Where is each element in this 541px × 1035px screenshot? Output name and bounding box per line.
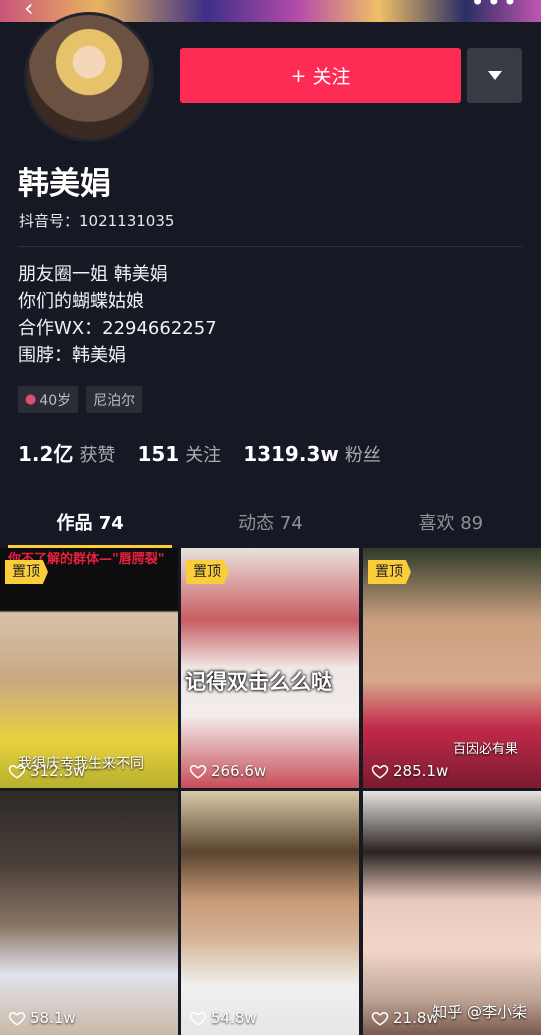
like-count: 54.8w [189, 1009, 257, 1027]
video-cover [363, 791, 541, 1035]
video-thumbnail[interactable]: 你不了解的群体—"唇腭裂" 置顶 我很庆幸我生来不同 312.3w [0, 548, 178, 788]
pinned-badge: 置顶 [5, 560, 48, 584]
like-count: 285.1w [371, 762, 448, 780]
video-cover [0, 548, 178, 788]
video-thumbnail[interactable]: 21.8w [363, 791, 541, 1035]
video-thumbnail[interactable]: 54.8w [181, 791, 359, 1035]
avatar[interactable] [24, 12, 154, 142]
divider [18, 246, 523, 247]
video-cover [0, 791, 178, 1035]
pinned-badge: 置顶 [368, 560, 411, 584]
bio-line: 朋友圈一姐 韩美娟 [18, 264, 168, 285]
video-thumbnail[interactable]: 置顶 记得双击么么哒 266.6w [181, 548, 359, 788]
like-count: 312.3w [8, 762, 85, 780]
tab-works[interactable]: 作品 74 [0, 505, 180, 548]
followers-stat[interactable]: 1319.3w 粉丝 [243, 441, 381, 467]
video-grid: 你不了解的群体—"唇腭裂" 置顶 我很庆幸我生来不同 312.3w 置顶 记得双… [0, 548, 541, 1035]
like-count-text: 54.8w [211, 1009, 257, 1027]
location-tag: 尼泊尔 [86, 386, 143, 413]
like-count-text: 266.6w [211, 762, 267, 780]
likes-label: 获赞 [79, 445, 116, 466]
heart-icon [371, 1011, 389, 1026]
video-caption: 百因必有果 [453, 742, 519, 757]
follow-label: 关注 [312, 66, 351, 88]
recommend-dropdown-button[interactable] [467, 48, 522, 103]
age-tag: ● 40岁 [18, 386, 79, 413]
bio: 朋友圈一姐 韩美娟 你们的蝴蝶姑娘 合作WX：2294662257 围脖：韩美娟 [18, 261, 217, 369]
profile-tabs: 作品 74 动态 74 喜欢 89 [0, 505, 541, 548]
like-count-text: 58.1w [30, 1009, 76, 1027]
follow-button[interactable]: + 关注 [180, 48, 461, 103]
like-count: 266.6w [189, 762, 266, 780]
bio-line: 围脖：韩美娟 [18, 345, 126, 366]
likes-stat: 1.2亿 获赞 [18, 438, 115, 467]
tab-likes[interactable]: 喜欢 89 [361, 505, 541, 548]
triangle-down-icon [487, 71, 502, 80]
following-count: 151 [137, 442, 180, 466]
video-cover [181, 791, 359, 1035]
plus-icon: + [290, 64, 307, 87]
back-icon[interactable]: ‹ [24, 0, 34, 22]
person-icon: ● [25, 392, 37, 407]
followers-label: 粉丝 [344, 445, 381, 466]
pinned-badge: 置顶 [186, 560, 229, 584]
followers-count: 1319.3w [243, 442, 339, 466]
like-count-text: 312.3w [30, 762, 86, 780]
douyin-id: 抖音号：1021131035 [19, 212, 175, 230]
like-count: 58.1w [8, 1009, 76, 1027]
video-caption: 记得双击么么哒 [185, 670, 332, 694]
heart-icon [189, 1011, 207, 1026]
like-count-text: 285.1w [393, 762, 449, 780]
profile-name: 韩美娟 [18, 166, 111, 202]
profile-stats: 1.2亿 获赞 151 关注 1319.3w 粉丝 [18, 438, 403, 467]
following-stat[interactable]: 151 关注 [137, 441, 221, 467]
likes-count: 1.2亿 [18, 442, 74, 466]
more-icon[interactable]: ••• [471, 0, 519, 16]
video-thumbnail[interactable]: 置顶 百因必有果 285.1w [363, 548, 541, 788]
heart-icon [8, 1011, 26, 1026]
video-thumbnail[interactable]: 58.1w [0, 791, 178, 1035]
watermark: 知乎 @李小柒 [432, 1003, 527, 1021]
tab-activity[interactable]: 动态 74 [180, 505, 360, 548]
heart-icon [371, 764, 389, 779]
like-count: 21.8w [371, 1009, 439, 1027]
age-tag-text: 40岁 [39, 392, 72, 409]
location-tag-text: 尼泊尔 [93, 392, 136, 409]
bio-line: 合作WX：2294662257 [18, 318, 217, 339]
following-label: 关注 [185, 445, 222, 466]
bio-line: 你们的蝴蝶姑娘 [18, 291, 144, 312]
profile-tags: ● 40岁 尼泊尔 [18, 386, 143, 413]
heart-icon [189, 764, 207, 779]
heart-icon [8, 764, 26, 779]
